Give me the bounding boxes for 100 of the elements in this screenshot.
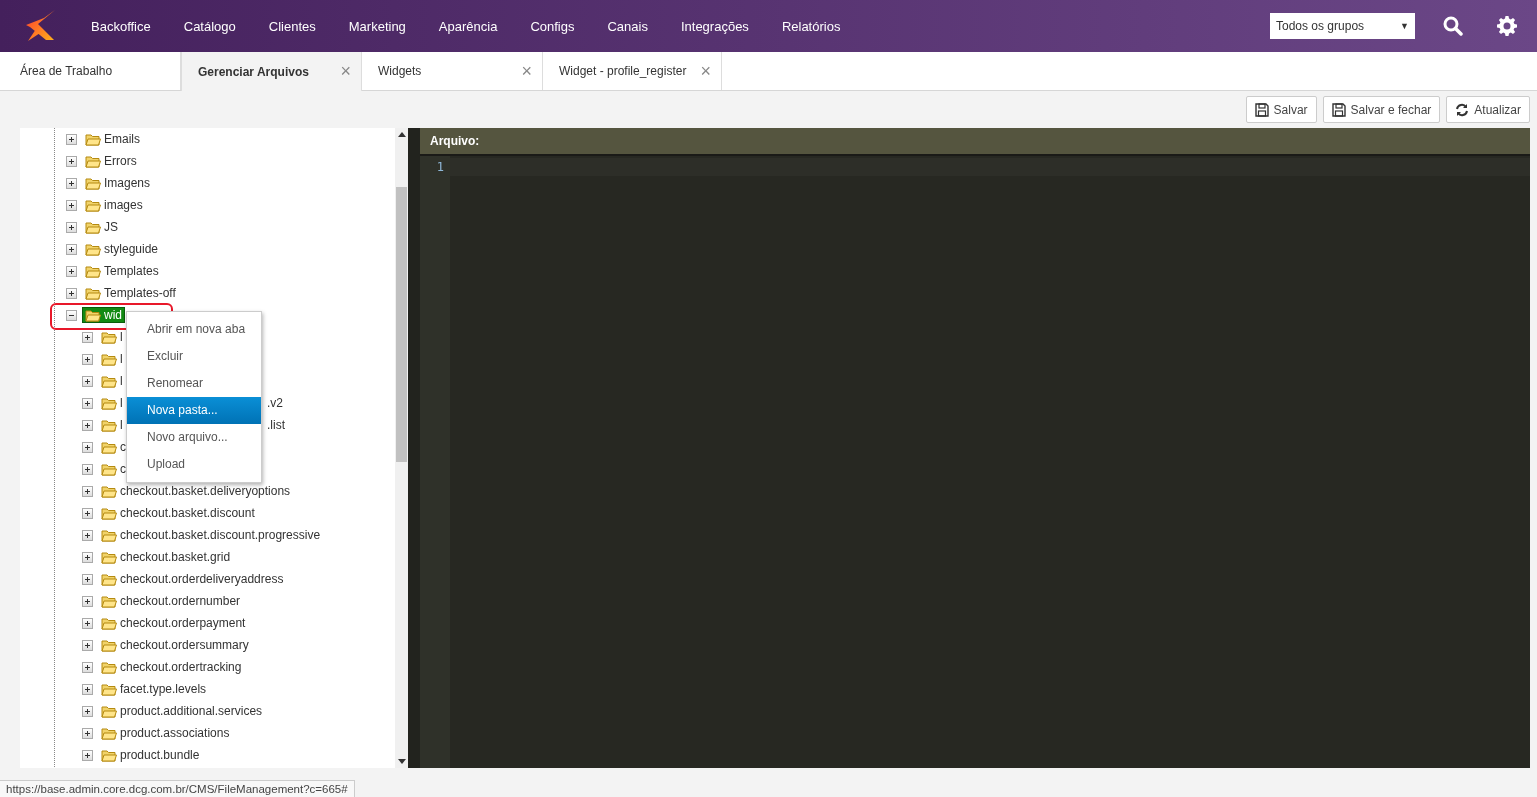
- expander-icon[interactable]: [66, 287, 77, 299]
- expander-icon[interactable]: [82, 705, 93, 717]
- nav-link[interactable]: Clientes: [268, 18, 316, 34]
- tree-item[interactable]: c: [99, 462, 128, 476]
- menu-item[interactable]: Novo arquivo...: [127, 424, 261, 451]
- tree-item[interactable]: styleguide: [83, 242, 161, 256]
- tree-item[interactable]: l: [99, 352, 125, 366]
- tree-item[interactable]: Imagens: [83, 176, 153, 190]
- toolbar-button[interactable]: Salvar: [1245, 96, 1317, 123]
- folder-icon: [101, 638, 117, 652]
- tree-item[interactable]: Emails: [83, 132, 142, 146]
- expander-icon[interactable]: [82, 485, 93, 497]
- expander-icon[interactable]: [66, 177, 77, 189]
- expander-icon[interactable]: [66, 265, 77, 277]
- folder-icon: [101, 550, 117, 564]
- tree-item[interactable]: facet.type.levels: [99, 682, 209, 696]
- tree-item[interactable]: Errors: [83, 154, 139, 168]
- nav-link[interactable]: Aparência: [438, 18, 498, 34]
- folder-icon: [101, 594, 117, 608]
- nav-link[interactable]: Catálogo: [183, 18, 236, 34]
- nav-link[interactable]: Integrações: [680, 18, 749, 34]
- tree-item[interactable]: wid: [83, 308, 124, 322]
- expander-icon[interactable]: [82, 639, 93, 651]
- nav-link[interactable]: Canais: [607, 18, 648, 34]
- menu-item[interactable]: Renomear: [127, 370, 261, 397]
- tree-item[interactable]: checkout.ordertracking: [99, 660, 244, 674]
- nav-link[interactable]: Relatórios: [781, 18, 841, 34]
- expander-icon[interactable]: [82, 419, 93, 431]
- nav-link[interactable]: Configs: [530, 18, 575, 34]
- folder-icon: [101, 396, 117, 410]
- tree-item[interactable]: checkout.ordersummary: [99, 638, 251, 652]
- folder-icon: [101, 748, 117, 762]
- expander-icon[interactable]: [66, 309, 77, 321]
- menu-item[interactable]: Upload: [127, 451, 261, 478]
- tab[interactable]: Gerenciar Arquivos ×: [181, 52, 362, 91]
- search-icon[interactable]: [1443, 16, 1463, 36]
- expander-icon[interactable]: [82, 683, 93, 695]
- expander-icon[interactable]: [66, 221, 77, 233]
- expander-icon[interactable]: [66, 199, 77, 211]
- menu-item[interactable]: Excluir: [127, 343, 261, 370]
- toolbar-button[interactable]: Atualizar: [1446, 96, 1530, 123]
- tree-item[interactable]: product.bundle: [99, 748, 202, 762]
- expander-icon[interactable]: [82, 661, 93, 673]
- tab[interactable]: Widgets ×: [362, 52, 543, 90]
- tree-item[interactable]: checkout.basket.deliveryoptions: [99, 484, 293, 498]
- expander-icon[interactable]: [66, 155, 77, 167]
- close-icon[interactable]: ×: [700, 60, 711, 82]
- expander-icon[interactable]: [82, 551, 93, 563]
- tree-item[interactable]: images: [83, 198, 145, 212]
- tab[interactable]: Widget - profile_register ×: [543, 52, 722, 90]
- expander-icon[interactable]: [82, 353, 93, 365]
- tree-item[interactable]: JS: [83, 220, 120, 234]
- menu-item[interactable]: Abrir em nova aba: [127, 316, 261, 343]
- folder-icon: [101, 352, 117, 366]
- tree-item[interactable]: l: [99, 396, 125, 410]
- expander-icon[interactable]: [82, 727, 93, 739]
- expander-icon[interactable]: [82, 617, 93, 629]
- expander-icon[interactable]: [82, 463, 93, 475]
- nav-link[interactable]: Marketing: [348, 18, 406, 34]
- tree-item[interactable]: l: [99, 330, 125, 344]
- tree-item[interactable]: Templates: [83, 264, 161, 278]
- expander-icon[interactable]: [82, 573, 93, 585]
- expander-icon[interactable]: [82, 749, 93, 761]
- expander-icon[interactable]: [82, 595, 93, 607]
- tree-item[interactable]: checkout.basket.discount.progressive: [99, 528, 323, 542]
- folder-icon: [101, 660, 117, 674]
- expander-icon[interactable]: [82, 397, 93, 409]
- nav-link[interactable]: Backoffice: [91, 18, 151, 34]
- close-icon[interactable]: ×: [521, 60, 532, 82]
- tree-item[interactable]: l: [99, 374, 125, 388]
- expander-icon[interactable]: [66, 243, 77, 255]
- folder-icon: [101, 484, 117, 498]
- expander-icon[interactable]: [82, 507, 93, 519]
- folder-icon: [101, 374, 117, 388]
- tree-item[interactable]: checkout.orderpayment: [99, 616, 248, 630]
- group-select[interactable]: Todos os grupos ▼: [1270, 13, 1415, 39]
- scroll-up-icon[interactable]: [397, 132, 406, 137]
- scroll-down-icon[interactable]: [397, 759, 406, 764]
- menu-item[interactable]: Nova pasta...: [127, 397, 261, 424]
- folder-icon: [101, 506, 117, 520]
- expander-icon[interactable]: [82, 529, 93, 541]
- folder-icon: [85, 132, 101, 146]
- tree-item[interactable]: c: [99, 440, 128, 454]
- tree-item-text: .list: [267, 418, 285, 432]
- expander-icon[interactable]: [82, 441, 93, 453]
- folder-icon: [101, 572, 117, 586]
- splitter-handle[interactable]: [408, 128, 420, 768]
- expander-icon[interactable]: [82, 331, 93, 343]
- tree-item[interactable]: checkout.basket.discount: [99, 506, 257, 520]
- expander-icon[interactable]: [66, 133, 77, 145]
- settings-icon[interactable]: [1497, 16, 1517, 36]
- tree-item[interactable]: Templates-off: [83, 286, 178, 300]
- tree-item[interactable]: product.additional.services: [99, 704, 265, 718]
- tree-item[interactable]: checkout.ordernumber: [99, 594, 243, 608]
- tree-item[interactable]: product.associations: [99, 726, 232, 740]
- expander-icon[interactable]: [82, 375, 93, 387]
- tree-item[interactable]: checkout.orderdeliveryaddress: [99, 572, 286, 586]
- toolbar-button[interactable]: Salvar e fechar: [1322, 96, 1441, 123]
- tree-item[interactable]: l: [99, 418, 125, 432]
- tree-item[interactable]: checkout.basket.grid: [99, 550, 233, 564]
